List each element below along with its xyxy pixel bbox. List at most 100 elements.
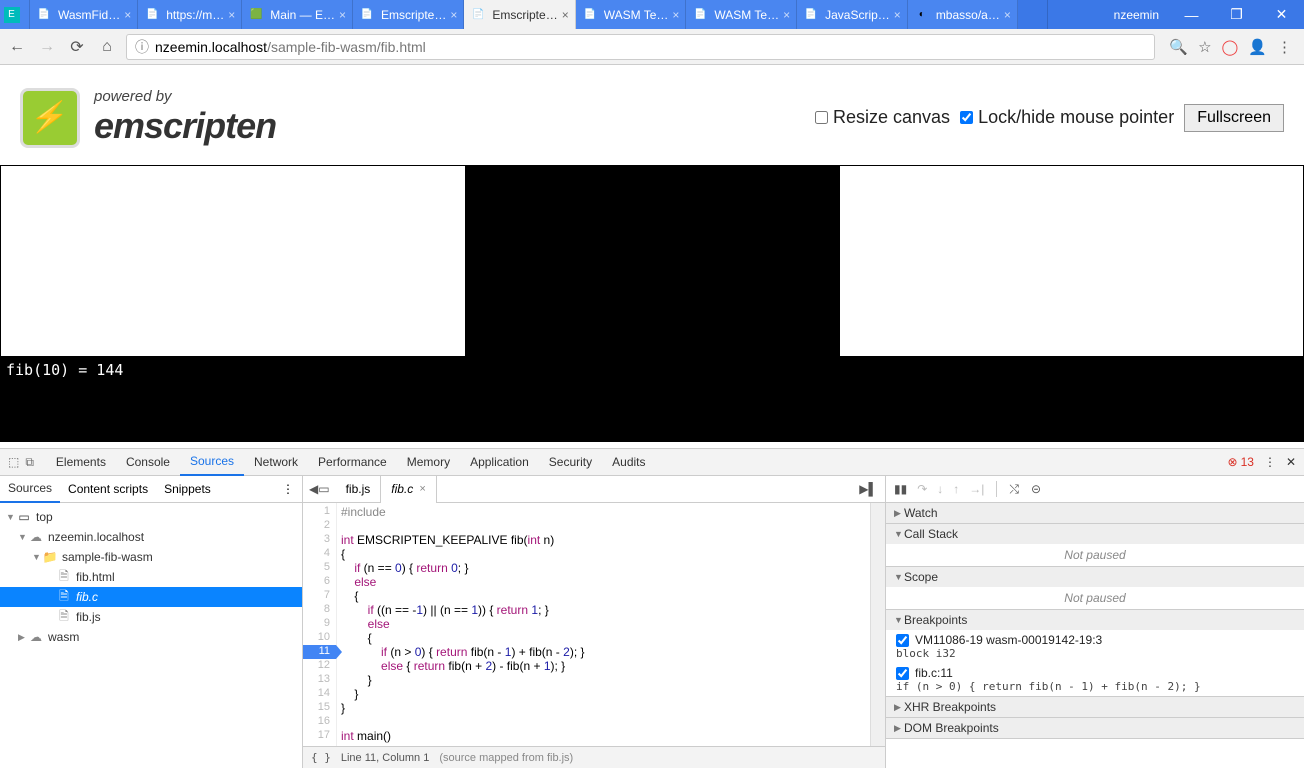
error-count[interactable]: ⊗ 13 — [1228, 455, 1254, 469]
lock-pointer-checkbox[interactable]: Lock/hide mouse pointer — [960, 107, 1174, 128]
back-button[interactable]: ← — [6, 36, 28, 58]
device-icon[interactable]: ⧉ — [25, 455, 34, 470]
nav-tab-snippets[interactable]: Snippets — [156, 476, 219, 503]
bookmark-icon[interactable]: ☆ — [1198, 38, 1211, 56]
profile-icon[interactable]: 👤 — [1248, 38, 1267, 56]
browser-tab[interactable]: 🟩Main — E…× — [242, 0, 353, 29]
nav-back-icon[interactable]: ◀▭ — [303, 482, 336, 496]
close-icon[interactable]: × — [672, 8, 679, 22]
pause-on-exceptions-icon[interactable]: ⊝ — [1031, 482, 1041, 496]
browser-tab[interactable]: 📄JavaScrip…× — [797, 0, 908, 29]
nav-tab-content-scripts[interactable]: Content scripts — [60, 476, 156, 503]
browser-tab[interactable]: 📄Emscripte…× — [353, 0, 464, 29]
canvas[interactable] — [465, 166, 840, 356]
pretty-print-icon[interactable]: { } — [311, 751, 331, 764]
more-icon[interactable]: ⋮ — [274, 482, 302, 496]
window-titlebar: E 📄WasmFid…× 📄https://m…× 🟩Main — E…× 📄E… — [0, 0, 1304, 29]
breakpoint-checkbox[interactable] — [896, 667, 909, 680]
breakpoint-checkbox[interactable] — [896, 634, 909, 647]
tab-performance[interactable]: Performance — [308, 449, 397, 476]
close-icon[interactable]: × — [1004, 8, 1011, 22]
tab-console[interactable]: Console — [116, 449, 180, 476]
close-icon[interactable]: × — [124, 8, 131, 22]
run-icon[interactable]: ▶▌ — [851, 482, 885, 496]
debugger-pane: ▮▮ ↷ ↓ ↑ →| ⤭ ⊝ ▶Watch ▼Call Stack Not p… — [886, 476, 1304, 768]
tree-host[interactable]: ▼☁nzeemin.localhost — [0, 527, 302, 547]
scrollbar[interactable] — [870, 503, 885, 746]
tree-top[interactable]: ▼▭top — [0, 507, 302, 527]
home-button[interactable]: ⌂ — [96, 36, 118, 58]
tree-folder[interactable]: ▼📁sample-fib-wasm — [0, 547, 302, 567]
browser-tab-active[interactable]: 📄Emscripte…× — [464, 0, 575, 29]
close-icon[interactable]: × — [450, 8, 457, 22]
profile-name[interactable]: nzeemin — [1104, 0, 1169, 29]
code-body[interactable]: #include int EMSCRIPTEN_KEEPALIVE fib(in… — [337, 503, 885, 746]
tree-file-selected[interactable]: 🗎fib.c — [0, 587, 302, 607]
close-icon[interactable]: × — [419, 483, 425, 495]
deactivate-breakpoints-icon[interactable]: ⤭ — [1009, 482, 1019, 497]
tab-security[interactable]: Security — [539, 449, 602, 476]
step-into-icon[interactable]: ↓ — [937, 482, 943, 496]
menu-icon[interactable]: ⋮ — [1277, 38, 1292, 56]
tab-application[interactable]: Application — [460, 449, 539, 476]
nav-tab-sources[interactable]: Sources — [0, 476, 60, 503]
url-path: /sample-fib-wasm/fib.html — [267, 39, 426, 55]
devtools-menu-icon[interactable]: ⋮ — [1264, 455, 1276, 469]
tree-file[interactable]: 🗎fib.html — [0, 567, 302, 587]
file-tab-active[interactable]: fib.c× — [381, 476, 436, 503]
site-info-icon[interactable]: ⓘ — [135, 37, 149, 57]
xhr-breakpoints-section[interactable]: ▶XHR Breakpoints — [886, 697, 1304, 718]
url-host: nzeemin.localhost — [155, 39, 267, 55]
step-out-icon[interactable]: ↑ — [953, 482, 959, 496]
tree-file[interactable]: 🗎fib.js — [0, 607, 302, 627]
cursor-position: Line 11, Column 1 — [341, 752, 429, 764]
source-map-info: (source mapped from fib.js) — [439, 752, 573, 764]
breakpoint-item[interactable]: fib.c:11 if (n > 0) { return fib(n - 1) … — [886, 663, 1304, 696]
scope-section[interactable]: ▼Scope Not paused — [886, 567, 1304, 610]
devtools-tabs: ⬚ ⧉ Elements Console Sources Network Per… — [0, 449, 1304, 476]
inspect-icon[interactable]: ⬚ — [8, 455, 19, 470]
tab-audits[interactable]: Audits — [602, 449, 655, 476]
pause-icon[interactable]: ▮▮ — [894, 482, 907, 496]
close-button[interactable]: ✕ — [1259, 0, 1304, 29]
browser-tab[interactable]: 📄WASM Te…× — [576, 0, 687, 29]
fullscreen-button[interactable]: Fullscreen — [1184, 104, 1284, 132]
watch-section[interactable]: ▶Watch — [886, 503, 1304, 524]
browser-tab[interactable]: 📄WASM Te…× — [686, 0, 797, 29]
window-controls: — ❐ ✕ — [1169, 0, 1304, 29]
tab-elements[interactable]: Elements — [46, 449, 116, 476]
tab-sources[interactable]: Sources — [180, 449, 244, 476]
close-icon[interactable]: × — [228, 8, 235, 22]
tab-memory[interactable]: Memory — [397, 449, 460, 476]
resize-canvas-checkbox[interactable]: Resize canvas — [815, 107, 950, 128]
line-gutter[interactable]: 1234567891011121314151617 — [303, 503, 337, 746]
tree-wasm[interactable]: ▶☁wasm — [0, 627, 302, 647]
step-over-icon[interactable]: ↷ — [917, 482, 927, 496]
file-tab[interactable]: fib.js — [336, 476, 382, 503]
step-icon[interactable]: →| — [969, 482, 984, 496]
browser-tab[interactable]: E — [0, 0, 30, 29]
opera-icon[interactable]: ◯ — [1222, 38, 1239, 56]
page-content: ⚡ powered by emscripten Resize canvas Lo… — [0, 65, 1304, 448]
forward-button[interactable]: → — [36, 36, 58, 58]
maximize-button[interactable]: ❐ — [1214, 0, 1259, 29]
emscripten-console: fib(10) = 144 — [0, 357, 1304, 442]
zoom-icon[interactable]: 🔍 — [1169, 38, 1188, 56]
breakpoint-item[interactable]: VM11086-19 wasm-00019142-19:3 block i32 — [886, 630, 1304, 663]
browser-tab[interactable]: 📄https://m…× — [138, 0, 242, 29]
close-icon[interactable]: × — [783, 8, 790, 22]
minimize-button[interactable]: — — [1169, 0, 1214, 29]
tab-network[interactable]: Network — [244, 449, 308, 476]
dom-breakpoints-section[interactable]: ▶DOM Breakpoints — [886, 718, 1304, 739]
close-icon[interactable]: × — [339, 8, 346, 22]
close-icon[interactable]: × — [894, 8, 901, 22]
browser-tab[interactable]: ◐mbasso/a…× — [908, 0, 1018, 29]
close-icon[interactable]: × — [562, 8, 569, 22]
brand-text: powered by emscripten — [94, 88, 276, 147]
devtools-close-icon[interactable]: ✕ — [1286, 455, 1296, 469]
reload-button[interactable]: ⟳ — [66, 36, 88, 58]
new-tab-button[interactable] — [1018, 0, 1048, 29]
browser-tab[interactable]: 📄WasmFid…× — [30, 0, 138, 29]
callstack-section[interactable]: ▼Call Stack Not paused — [886, 524, 1304, 567]
address-bar[interactable]: ⓘ nzeemin.localhost/sample-fib-wasm/fib.… — [126, 34, 1155, 60]
